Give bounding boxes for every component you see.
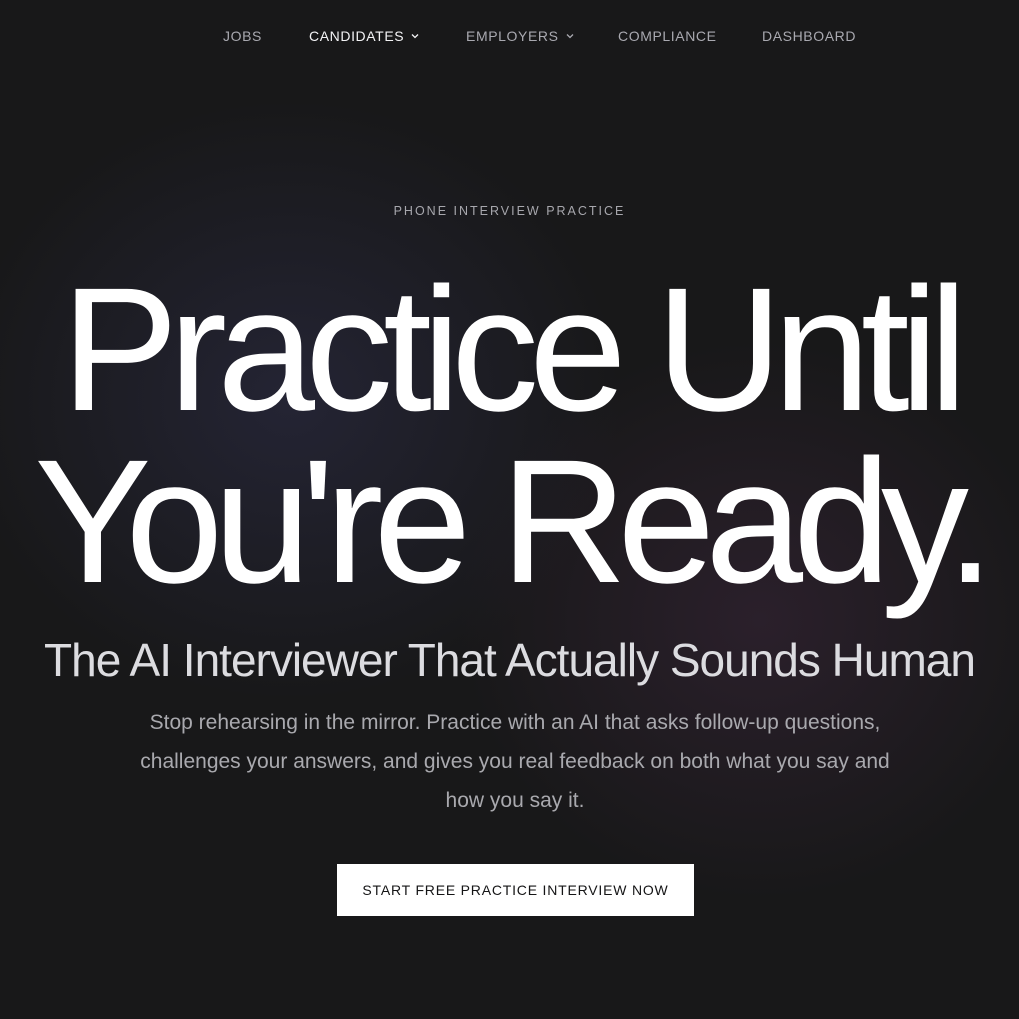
hero-headline-line1: Practice Until <box>61 252 968 448</box>
nav-item-label: COMPLIANCE <box>618 28 717 44</box>
top-navigation: JOBS CANDIDATES EMPLOYERS COMPLIANCE DAS… <box>0 0 1019 70</box>
nav-item-label: JOBS <box>223 28 262 44</box>
nav-item-compliance[interactable]: COMPLIANCE <box>618 27 717 45</box>
chevron-down-icon <box>411 34 419 39</box>
nav-item-jobs[interactable]: JOBS <box>223 27 262 45</box>
hero-description: Stop rehearsing in the mirror. Practice … <box>140 711 890 812</box>
nav-item-dashboard[interactable]: DASHBOARD <box>762 27 856 45</box>
hero-subheadline: The AI Interviewer That Actually Sounds … <box>44 634 976 686</box>
start-practice-interview-button[interactable]: START FREE PRACTICE INTERVIEW NOW <box>337 864 694 916</box>
nav-item-label: EMPLOYERS <box>466 28 559 44</box>
nav-item-label: CANDIDATES <box>309 28 405 44</box>
nav-item-candidates[interactable]: CANDIDATES <box>309 27 420 45</box>
hero-eyebrow: PHONE INTERVIEW PRACTICE <box>393 204 626 218</box>
hero-headline-line2: You're Ready. <box>34 424 995 620</box>
nav-item-employers[interactable]: EMPLOYERS <box>466 27 575 45</box>
chevron-down-icon <box>566 34 574 39</box>
page: JOBS CANDIDATES EMPLOYERS COMPLIANCE DAS… <box>0 0 1019 1019</box>
nav-item-label: DASHBOARD <box>762 28 857 44</box>
